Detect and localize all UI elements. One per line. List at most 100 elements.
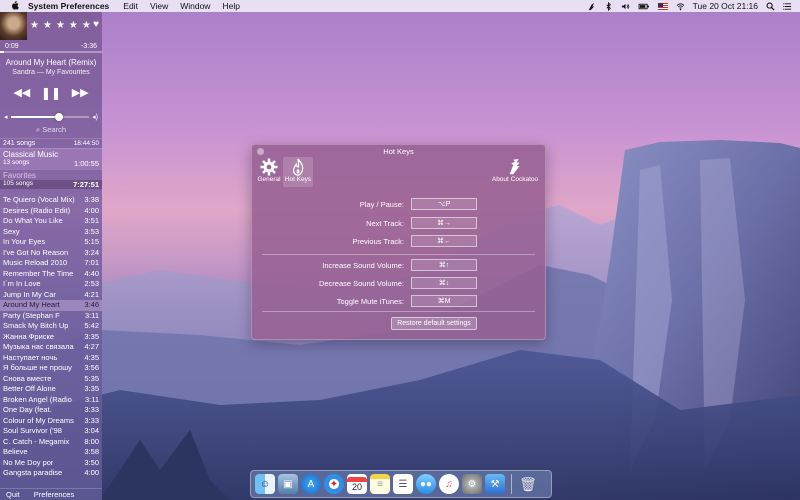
song-title: Around My Heart (3, 300, 60, 309)
menu-edit[interactable]: Edit (123, 0, 138, 12)
cockatoo-status-icon[interactable] (587, 2, 596, 11)
song-row[interactable]: Believe 3:58 (0, 447, 102, 458)
song-title: In Your Eyes (3, 237, 46, 246)
volume-knob[interactable] (55, 113, 64, 121)
playlist-all-songs[interactable]: 241 songs 18:44:50 (0, 138, 102, 148)
song-title: No Me Doy por (3, 457, 54, 467)
playlist-classical-music[interactable]: Classical Music 13 songs 1:00:55 (0, 148, 102, 169)
time-elapsed: 0:09 (5, 43, 19, 50)
next-track-icon[interactable]: ▶▶ (72, 86, 89, 100)
song-duration: 3:11 (84, 394, 99, 404)
song-row[interactable]: C. Catch - Megamix 8:00 (0, 437, 102, 448)
song-row[interactable]: Do What You Like 3:51 (0, 216, 102, 227)
star-icon[interactable]: ★ (30, 20, 39, 31)
volume-icon[interactable] (621, 2, 630, 11)
itunes-icon[interactable]: ♫ (439, 474, 459, 494)
notification-center-icon[interactable] (783, 2, 792, 11)
playlist-duration: 18:44:50 (73, 140, 99, 147)
star-icon[interactable]: ★ (69, 20, 78, 31)
reminders-icon[interactable]: ☰ (393, 474, 413, 494)
xcode-icon[interactable]: ⚒ (485, 474, 505, 494)
song-row[interactable]: Жанна Фриске 3:35 (0, 332, 102, 343)
song-row[interactable]: Я больше не прошу 3:56 (0, 363, 102, 374)
system-preferences-icon[interactable]: ⚙ (462, 474, 482, 494)
song-title: I've Got No Reason (3, 247, 69, 257)
love-heart-icon[interactable]: ♥ (93, 19, 99, 30)
calendar-icon[interactable]: 20 (347, 474, 367, 494)
hotkey-field-previous-track[interactable]: ⌘← (411, 235, 477, 247)
finder-icon[interactable]: ☺ (255, 474, 275, 494)
rating-stars[interactable]: ★ ★ ★ ★ ★ (30, 20, 91, 31)
song-row[interactable]: Te Quiero (Vocal Mix) 3:38 (0, 195, 102, 206)
track-progress-bar[interactable] (0, 51, 102, 53)
trash-icon[interactable]: 🗑 (518, 474, 538, 494)
song-title: I´m In Love (3, 279, 41, 288)
song-row[interactable]: Party (Stephan F 3:11 (0, 311, 102, 322)
pause-icon[interactable]: ❚❚ (41, 86, 61, 100)
song-row[interactable]: Наступает ночь 4:35 (0, 353, 102, 364)
song-row[interactable]: Gangsta paradise 4:00 (0, 468, 102, 479)
menubar-clock[interactable]: Tue 20 Oct 21:16 (693, 1, 758, 11)
song-row[interactable]: Снова вместе 5:35 (0, 374, 102, 385)
quit-button[interactable]: Quit (6, 490, 20, 499)
playlist-count: 241 songs (3, 140, 36, 147)
song-row[interactable]: Музыка нас связала 4:27 (0, 342, 102, 353)
battery-icon[interactable] (638, 2, 650, 11)
song-row[interactable]: One Day (feat. 3:33 (0, 405, 102, 416)
tab-about[interactable]: About Cockatoo (489, 157, 541, 187)
menu-help[interactable]: Help (222, 0, 239, 12)
notes-icon[interactable]: ≡ (370, 474, 390, 494)
hotkey-field-increase-volume[interactable]: ⌘↑ (411, 259, 477, 271)
song-row[interactable]: Sexy 3:53 (0, 227, 102, 238)
hotkey-row-previous-track: Previous Track: ⌘← (252, 235, 545, 248)
album-cover[interactable] (0, 12, 27, 40)
song-row[interactable]: Broken Angel (Radio 3:11 (0, 395, 102, 406)
star-icon[interactable]: ★ (43, 20, 52, 31)
tab-hot-keys[interactable]: Hot Keys (283, 157, 313, 187)
menu-view[interactable]: View (150, 0, 168, 12)
wifi-icon[interactable] (676, 2, 685, 11)
star-icon[interactable]: ★ (82, 20, 91, 31)
spotlight-search-icon[interactable] (766, 2, 775, 11)
song-row-current[interactable]: Around My Heart 3:46 (0, 300, 102, 311)
tab-general[interactable]: General (256, 157, 282, 187)
song-row[interactable]: Soul Survivor ('98 3:04 (0, 426, 102, 437)
menu-app-name[interactable]: System Preferences (28, 0, 109, 12)
bluetooth-icon[interactable] (604, 1, 613, 11)
preview-icon[interactable]: ▣ (278, 474, 298, 494)
song-row[interactable]: I´m In Love 2:53 (0, 279, 102, 290)
app-store-icon[interactable]: A (301, 474, 321, 494)
star-icon[interactable]: ★ (56, 20, 65, 31)
hotkey-field-next-track[interactable]: ⌘→ (411, 217, 477, 229)
song-row[interactable]: Remember The Time 4:40 (0, 269, 102, 280)
song-row[interactable]: Jump In My Car 4:21 (0, 290, 102, 301)
song-row[interactable]: I've Got No Reason 3:24 (0, 248, 102, 259)
hotkey-field-play-pause[interactable]: ⌥P (411, 198, 477, 210)
messages-icon[interactable]: ●● (416, 474, 436, 494)
playlist-favorites[interactable]: Favorites 105 songs 7:27:51 (0, 169, 102, 190)
song-row[interactable]: Music Reload 2010 7:01 (0, 258, 102, 269)
song-row[interactable]: Better Off Alone 3:35 (0, 384, 102, 395)
restore-defaults-button[interactable]: Restore default settings (391, 317, 477, 330)
preferences-button[interactable]: Preferences (34, 490, 74, 499)
hotkey-label: Play / Pause: (359, 200, 404, 209)
song-row[interactable]: Smack My Bitch Up 5:42 (0, 321, 102, 332)
song-row[interactable]: Desires (Radio Edit) 4:00 (0, 206, 102, 217)
hotkey-field-toggle-mute[interactable]: ⌘M (411, 295, 477, 307)
apple-menu-icon[interactable] (10, 1, 20, 11)
safari-icon[interactable]: ✦ (324, 474, 344, 494)
song-row[interactable]: No Me Doy por 3:50 (0, 458, 102, 469)
song-title: Музыка нас связала (3, 342, 74, 351)
song-duration: 3:58 (84, 447, 99, 456)
menu-window[interactable]: Window (180, 0, 210, 12)
volume-track[interactable] (10, 113, 90, 121)
search-field[interactable]: ⌕ Search (0, 125, 102, 135)
song-duration: 4:27 (84, 342, 99, 351)
song-row[interactable]: In Your Eyes 5:15 (0, 237, 102, 248)
hotkey-field-decrease-volume[interactable]: ⌘↓ (411, 277, 477, 289)
input-source-flag-icon[interactable] (657, 2, 668, 10)
song-title: Наступает ночь (3, 352, 58, 362)
song-row[interactable]: Colour of My Dreams 3:33 (0, 416, 102, 427)
volume-slider[interactable]: ◂ ◂) (4, 112, 98, 122)
previous-track-icon[interactable]: ◀◀ (13, 86, 30, 100)
